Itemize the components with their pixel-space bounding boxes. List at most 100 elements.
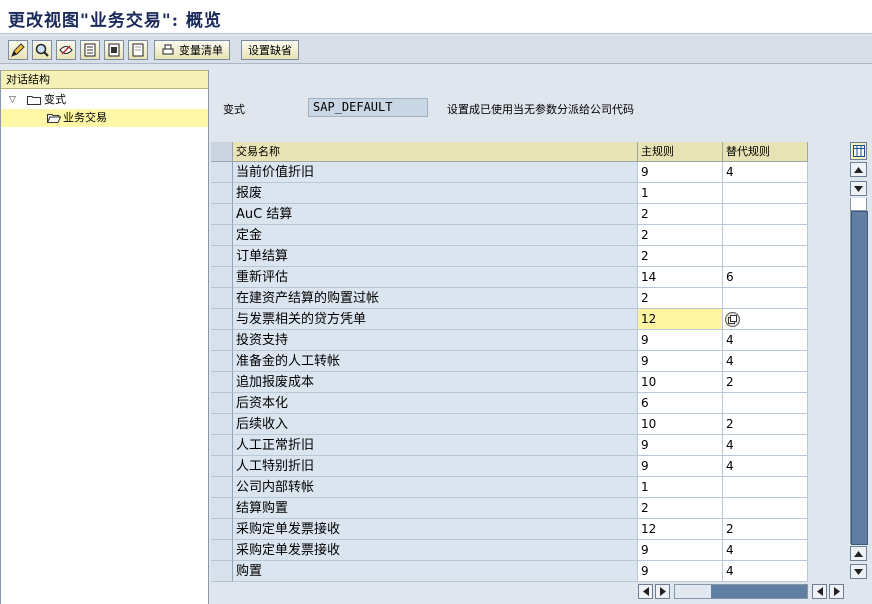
alt-rule-input[interactable] (723, 393, 808, 414)
scroll-track[interactable] (850, 198, 868, 545)
column-header-name[interactable]: 交易名称 (233, 142, 638, 162)
alt-rule-input[interactable]: 4 (723, 351, 808, 372)
scroll-right-icon[interactable] (655, 584, 670, 599)
main-rule-input[interactable]: 9 (638, 330, 723, 351)
page-right-icon[interactable] (829, 584, 844, 599)
tree-node-business-transaction[interactable]: 业务交易 (1, 109, 208, 127)
alt-rule-input[interactable] (723, 246, 808, 267)
column-header-alt-rule[interactable]: 替代规则 (723, 142, 808, 162)
variant-label: 变式 (223, 103, 245, 116)
main-rule-input[interactable]: 10 (638, 372, 723, 393)
variable-list-button[interactable]: 变量清单 (154, 40, 230, 60)
alt-rule-input[interactable] (723, 288, 808, 309)
alt-rule-input[interactable]: 4 (723, 540, 808, 561)
page-down-icon[interactable] (850, 564, 867, 579)
scroll-left-icon[interactable] (638, 584, 653, 599)
scroll-up-icon[interactable] (850, 162, 867, 177)
deselect-icon[interactable] (128, 40, 148, 60)
row-selector[interactable] (211, 561, 233, 582)
select-all-icon[interactable] (80, 40, 100, 60)
row-selector[interactable] (211, 330, 233, 351)
alt-rule-input[interactable]: 2 (723, 519, 808, 540)
find-icon[interactable] (32, 40, 52, 60)
edit-icon[interactable] (8, 40, 28, 60)
alt-rule-input[interactable]: 6 (723, 267, 808, 288)
horizontal-track[interactable] (674, 584, 808, 599)
dialog-structure-header: 对话结构 (1, 70, 208, 89)
alt-rule-input[interactable] (723, 498, 808, 519)
row-selector[interactable] (211, 477, 233, 498)
main-rule-input[interactable]: 14 (638, 267, 723, 288)
row-selector[interactable] (211, 540, 233, 561)
alt-rule-input[interactable]: 4 (723, 561, 808, 582)
row-selector[interactable] (211, 414, 233, 435)
main-rule-input[interactable]: 2 (638, 204, 723, 225)
main-rule-input[interactable]: 1 (638, 183, 723, 204)
scroll-down-icon[interactable] (850, 181, 867, 196)
main-rule-input[interactable]: 9 (638, 540, 723, 561)
alt-rule-input[interactable] (723, 204, 808, 225)
main-rule-input[interactable]: 1 (638, 477, 723, 498)
row-selector[interactable] (211, 456, 233, 477)
alt-rule-input[interactable]: 4 (723, 456, 808, 477)
main-rule-input[interactable]: 9 (638, 435, 723, 456)
transaction-name-cell: 订单结算 (233, 246, 638, 267)
main-rule-input[interactable]: 12 (638, 309, 723, 330)
main-rule-input[interactable]: 9 (638, 456, 723, 477)
row-selector[interactable] (211, 267, 233, 288)
alt-rule-input[interactable] (723, 225, 808, 246)
page-up-icon[interactable] (850, 546, 867, 561)
alt-rule-input[interactable]: 4 (723, 330, 808, 351)
row-selector[interactable] (211, 246, 233, 267)
alt-rule-input[interactable] (723, 183, 808, 204)
row-selector[interactable] (211, 393, 233, 414)
alt-rule-input[interactable] (723, 477, 808, 498)
horizontal-thumb[interactable] (711, 585, 807, 598)
main-rule-input[interactable]: 2 (638, 225, 723, 246)
main-rule-input[interactable]: 9 (638, 351, 723, 372)
set-default-label: 设置缺省 (248, 44, 292, 57)
row-selector[interactable] (211, 351, 233, 372)
row-selector[interactable] (211, 288, 233, 309)
main-rule-input[interactable]: 10 (638, 414, 723, 435)
vertical-scrollbar[interactable] (850, 162, 868, 580)
set-default-button[interactable]: 设置缺省 (241, 40, 299, 60)
alt-rule-input[interactable]: 2 (723, 414, 808, 435)
transaction-name-cell: 公司内部转帐 (233, 477, 638, 498)
main-rule-input[interactable]: 2 (638, 246, 723, 267)
display-change-icon[interactable] (56, 40, 76, 60)
transaction-name-cell: 在建资产结算的购置过帐 (233, 288, 638, 309)
main-rule-input[interactable]: 9 (638, 162, 723, 183)
main-rule-input[interactable]: 12 (638, 519, 723, 540)
main-rule-input[interactable]: 2 (638, 288, 723, 309)
alt-rule-input[interactable]: 2 (723, 372, 808, 393)
transaction-name-cell: 追加报废成本 (233, 372, 638, 393)
tree-node-variant[interactable]: ▽ 变式 (1, 91, 208, 109)
select-all-rows-button[interactable] (211, 142, 233, 162)
row-selector[interactable] (211, 498, 233, 519)
row-selector[interactable] (211, 183, 233, 204)
row-selector[interactable] (211, 372, 233, 393)
row-selector[interactable] (211, 519, 233, 540)
alt-rule-input[interactable]: 4 (723, 435, 808, 456)
expand-triangle-icon[interactable]: ▽ (9, 91, 16, 109)
alt-rule-input[interactable]: 4 (723, 162, 808, 183)
main-rule-input[interactable]: 2 (638, 498, 723, 519)
scroll-thumb[interactable] (851, 211, 868, 545)
select-block-icon[interactable] (104, 40, 124, 60)
transaction-name-cell: 与发票相关的贷方凭单 (233, 309, 638, 330)
row-selector[interactable] (211, 204, 233, 225)
transaction-name-cell: 当前价值折旧 (233, 162, 638, 183)
row-selector[interactable] (211, 225, 233, 246)
row-selector[interactable] (211, 162, 233, 183)
main-rule-input[interactable]: 6 (638, 393, 723, 414)
column-settings-icon[interactable] (850, 142, 867, 160)
folder-icon (27, 96, 41, 105)
row-selector[interactable] (211, 309, 233, 330)
value-help-icon[interactable] (725, 312, 740, 327)
main-rule-input[interactable]: 9 (638, 561, 723, 582)
page-left-icon[interactable] (812, 584, 827, 599)
column-header-main-rule[interactable]: 主规则 (638, 142, 723, 162)
transaction-name-cell: 结算购置 (233, 498, 638, 519)
row-selector[interactable] (211, 435, 233, 456)
